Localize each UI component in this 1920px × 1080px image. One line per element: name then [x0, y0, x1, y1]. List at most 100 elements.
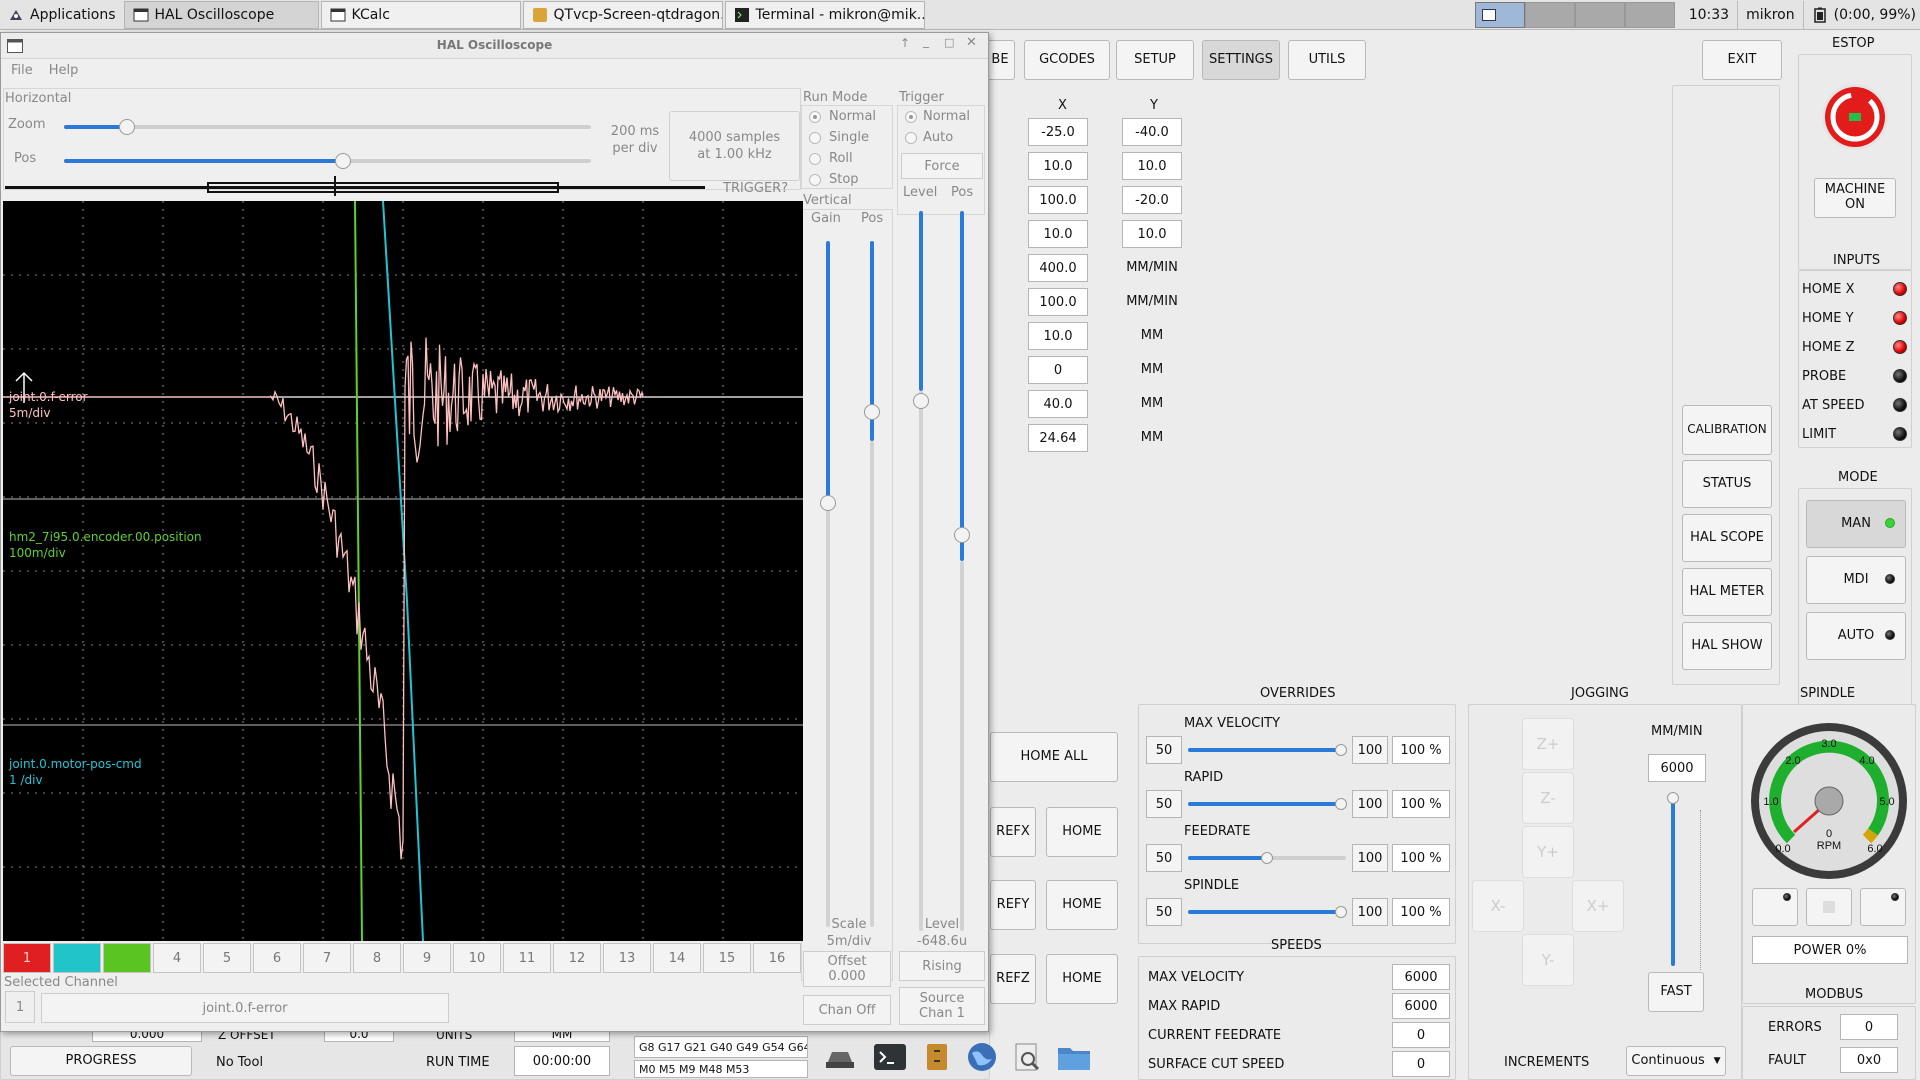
home-x-button[interactable]: HOME: [1046, 807, 1118, 857]
search-files-icon[interactable]: [1012, 1042, 1042, 1072]
estop-button[interactable]: [1820, 82, 1890, 152]
chan-off-button[interactable]: Chan Off: [803, 995, 891, 1025]
workspace-1[interactable]: [1474, 1, 1525, 28]
machine-on-button[interactable]: MACHINE ON: [1814, 178, 1896, 218]
task-terminal[interactable]: Terminal - mikron@mik...: [724, 0, 925, 29]
jog-y-plus-button[interactable]: Y+: [1522, 826, 1574, 878]
pos-slider[interactable]: [64, 159, 591, 163]
calibration-button[interactable]: CALIBRATION: [1682, 405, 1772, 455]
tab-utils[interactable]: UTILS: [1288, 40, 1366, 80]
setting-x-field[interactable]: 0: [1028, 356, 1088, 384]
gain-slider[interactable]: [826, 241, 830, 501]
trigger-source-button[interactable]: Source Chan 1: [899, 987, 985, 1025]
scope-display[interactable]: joint.0.f-error 5m/div hm2_7i95.0.encode…: [3, 200, 803, 942]
setting-y-field[interactable]: -40.0: [1122, 118, 1182, 146]
tab-probe[interactable]: BE: [985, 40, 1015, 80]
override-min-button[interactable]: 50: [1146, 736, 1182, 764]
channel-button[interactable]: 13: [603, 943, 651, 973]
setting-y-field[interactable]: -20.0: [1122, 186, 1182, 214]
task-kcalc[interactable]: KCalc: [320, 0, 521, 29]
override-min-button[interactable]: 50: [1146, 844, 1182, 872]
drive-icon[interactable]: [822, 1042, 858, 1072]
menu-file[interactable]: File: [11, 63, 33, 78]
tab-gcodes[interactable]: GCODES: [1024, 40, 1110, 80]
setting-x-field[interactable]: 400.0: [1028, 254, 1088, 282]
jog-z-minus-button[interactable]: Z-: [1522, 772, 1574, 824]
override-slider[interactable]: [1188, 748, 1346, 752]
home-all-button[interactable]: HOME ALL: [990, 732, 1118, 782]
minimize-icon[interactable]: _: [923, 34, 929, 48]
channel-button[interactable]: 9: [403, 943, 451, 973]
run-mode-stop-radio[interactable]: [809, 174, 821, 186]
spindle-reverse-button[interactable]: [1752, 888, 1798, 926]
channel-button[interactable]: 1: [3, 943, 51, 973]
channel-button[interactable]: 11: [503, 943, 551, 973]
jog-rate-slider[interactable]: [1671, 796, 1675, 966]
channel-button[interactable]: 14: [653, 943, 701, 973]
workspace-4[interactable]: [1624, 1, 1675, 28]
fast-button[interactable]: FAST: [1648, 972, 1704, 1012]
trigger-pos-slider-handle[interactable]: [954, 527, 970, 543]
hal-meter-button[interactable]: HAL METER: [1682, 568, 1772, 616]
setting-x-field[interactable]: -25.0: [1028, 118, 1088, 146]
channel-button[interactable]: 6: [253, 943, 301, 973]
zoom-slider[interactable]: [64, 125, 591, 129]
setting-x-field[interactable]: 100.0: [1028, 186, 1088, 214]
task-hal-oscilloscope[interactable]: HAL Oscilloscope: [123, 0, 319, 29]
channel-button[interactable]: 12: [553, 943, 601, 973]
workspace-3[interactable]: [1574, 1, 1625, 28]
trigger-level-slider-handle[interactable]: [913, 393, 929, 409]
clock[interactable]: 10:33: [1681, 1, 1737, 29]
channel-button[interactable]: 4: [153, 943, 201, 973]
exit-button[interactable]: EXIT: [1702, 40, 1782, 80]
increments-select[interactable]: Continuous ▼: [1626, 1046, 1726, 1076]
run-mode-single-radio[interactable]: [809, 132, 821, 144]
setting-x-field[interactable]: 40.0: [1028, 390, 1088, 418]
selected-channel-name-button[interactable]: joint.0.f-error: [41, 993, 449, 1023]
tab-settings[interactable]: SETTINGS: [1202, 40, 1280, 80]
override-max-button[interactable]: 100: [1352, 736, 1388, 764]
setting-x-field[interactable]: 10.0: [1028, 220, 1088, 248]
jog-x-plus-button[interactable]: X+: [1572, 880, 1624, 932]
workspace-switcher[interactable]: [1474, 1, 1675, 28]
jog-rate-field[interactable]: 6000: [1648, 754, 1706, 782]
applications-menu[interactable]: Applications: [0, 1, 124, 29]
channel-button[interactable]: 16: [753, 943, 801, 973]
channel-button[interactable]: 10: [453, 943, 501, 973]
channel-button[interactable]: 2: [53, 943, 101, 973]
task-qtvcp[interactable]: QTvcp-Screen-qtdragon...: [522, 0, 723, 29]
trigger-normal-radio[interactable]: [905, 111, 917, 123]
terminal-icon[interactable]: [872, 1042, 908, 1072]
channel-button[interactable]: 5: [203, 943, 251, 973]
channel-button[interactable]: 15: [703, 943, 751, 973]
ref-x-button[interactable]: REFX: [990, 807, 1036, 857]
ref-y-button[interactable]: REFY: [990, 880, 1036, 930]
run-mode-normal-radio[interactable]: [809, 111, 821, 123]
override-slider[interactable]: [1188, 802, 1346, 806]
close-icon[interactable]: ✕: [966, 35, 977, 50]
folder-icon[interactable]: [1056, 1042, 1092, 1072]
gain-slider-handle[interactable]: [820, 495, 836, 511]
override-min-button[interactable]: 50: [1146, 898, 1182, 926]
menu-help[interactable]: Help: [49, 63, 79, 78]
override-max-button[interactable]: 100: [1352, 844, 1388, 872]
battery-indicator[interactable]: (0:00, 99%): [1802, 0, 1920, 29]
setting-x-field[interactable]: 10.0: [1028, 152, 1088, 180]
ref-z-button[interactable]: REFZ: [990, 954, 1036, 1004]
trigger-auto-radio[interactable]: [905, 132, 917, 144]
tab-setup[interactable]: SETUP: [1116, 40, 1194, 80]
jog-z-plus-button[interactable]: Z+: [1522, 718, 1574, 770]
spindle-forward-button[interactable]: [1860, 888, 1906, 926]
setting-x-field[interactable]: 10.0: [1028, 322, 1088, 350]
jog-x-minus-button[interactable]: X-: [1472, 880, 1524, 932]
web-browser-icon[interactable]: [966, 1041, 998, 1073]
file-cabinet-icon[interactable]: [922, 1042, 952, 1072]
jog-rate-slider-handle[interactable]: [1667, 792, 1679, 804]
override-min-button[interactable]: 50: [1146, 790, 1182, 818]
user-name[interactable]: mikron: [1737, 0, 1803, 29]
vertical-pos-slider-handle[interactable]: [864, 404, 880, 420]
maximize-icon[interactable]: □: [944, 36, 954, 49]
channel-button[interactable]: 3: [103, 943, 151, 973]
mode-auto-button[interactable]: AUTO: [1806, 612, 1906, 660]
channel-button[interactable]: 7: [303, 943, 351, 973]
